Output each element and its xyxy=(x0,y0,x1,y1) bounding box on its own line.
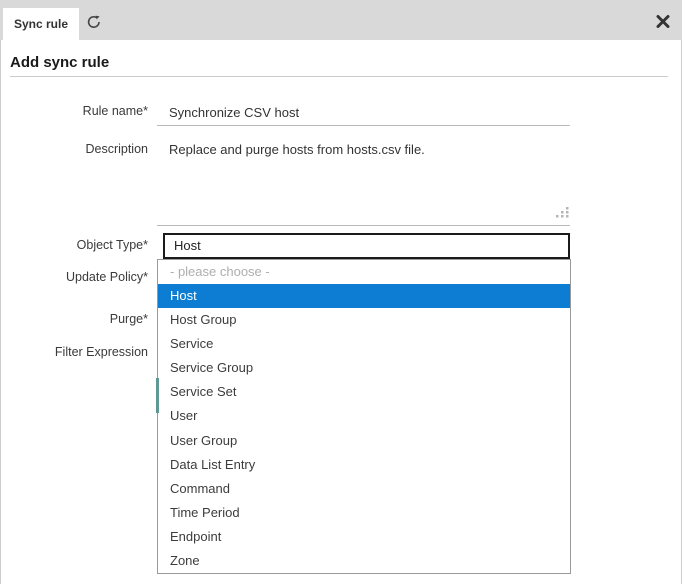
dropdown-option[interactable]: Command xyxy=(158,477,570,501)
rule-name-input[interactable] xyxy=(157,100,570,126)
object-type-dropdown: - please choose - HostHost GroupServiceS… xyxy=(157,259,571,574)
dropdown-option[interactable]: Zone xyxy=(158,549,570,573)
page-title: Add sync rule xyxy=(10,54,668,77)
tab-sync-rule[interactable]: Sync rule xyxy=(3,8,79,40)
dropdown-option[interactable]: Host Group xyxy=(158,308,570,332)
dropdown-option[interactable]: Service Set xyxy=(158,380,570,404)
dropdown-option[interactable]: Data List Entry xyxy=(158,453,570,477)
field-label-update-policy: Update Policy* xyxy=(0,270,148,284)
dropdown-option[interactable]: Endpoint xyxy=(158,525,570,549)
dropdown-option[interactable]: User xyxy=(158,404,570,428)
dropdown-option[interactable]: Service xyxy=(158,332,570,356)
close-icon xyxy=(656,15,670,32)
filter-expression-input-edge xyxy=(156,378,159,413)
sync-rule-window: Sync rule Add sync rule Rule name* Descr… xyxy=(0,0,682,584)
resize-grip-icon[interactable] xyxy=(554,205,570,219)
dropdown-option[interactable]: User Group xyxy=(158,429,570,453)
refresh-icon xyxy=(85,18,103,35)
dropdown-option[interactable]: Time Period xyxy=(158,501,570,525)
description-textarea[interactable]: Replace and purge hosts from hosts.csv f… xyxy=(157,138,570,226)
dropdown-option[interactable]: Host xyxy=(158,284,570,308)
field-label-rule-name: Rule name* xyxy=(0,104,148,118)
field-label-object-type: Object Type* xyxy=(0,238,148,252)
tab-bar: Sync rule xyxy=(0,0,682,40)
field-label-filter-expression: Filter Expression xyxy=(0,345,148,359)
field-label-purge: Purge* xyxy=(0,312,148,326)
refresh-button[interactable] xyxy=(85,13,103,31)
object-type-select[interactable]: Host xyxy=(163,233,570,259)
close-button[interactable] xyxy=(656,15,670,28)
dropdown-option-placeholder[interactable]: - please choose - xyxy=(158,260,570,284)
field-label-description: Description xyxy=(0,142,148,156)
dropdown-option[interactable]: Service Group xyxy=(158,356,570,380)
